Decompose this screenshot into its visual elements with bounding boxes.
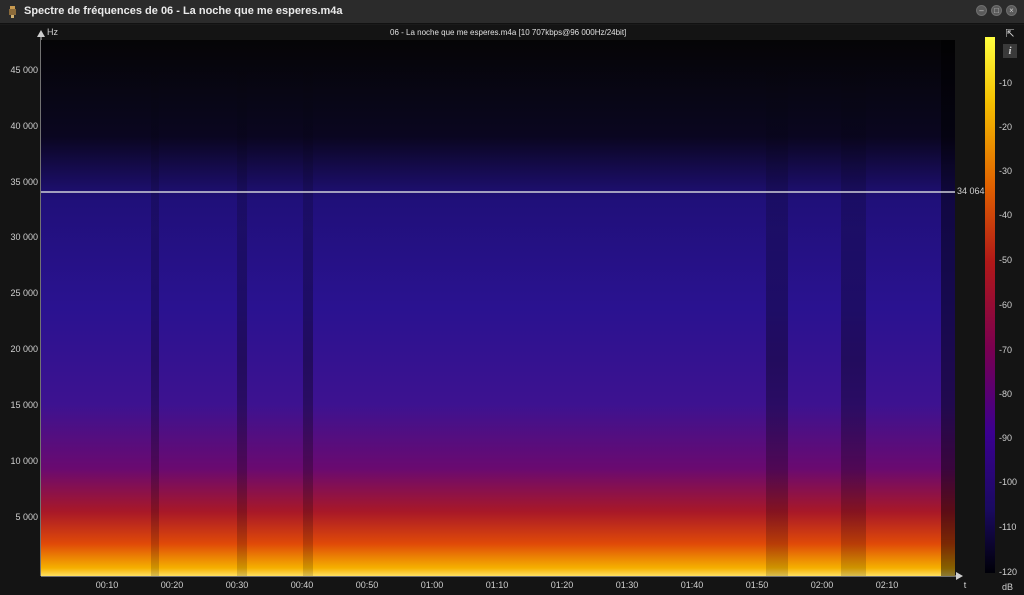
cutoff-frequency-label: 34 064 bbox=[957, 186, 985, 196]
y-axis-unit: Hz bbox=[47, 27, 58, 37]
y-tick: 20 000 bbox=[10, 344, 38, 354]
colorbar-tick: -70 bbox=[999, 345, 1013, 355]
x-tick: 00:40 bbox=[290, 580, 314, 590]
colorbar-tick: -100 bbox=[999, 477, 1018, 487]
colorbar-tick: -120 bbox=[999, 567, 1018, 577]
y-tick: 5 000 bbox=[15, 512, 38, 522]
x-tick: 01:50 bbox=[745, 580, 769, 590]
colorbar-tick: -110 bbox=[999, 522, 1017, 532]
close-button[interactable]: × bbox=[1006, 5, 1017, 16]
colorbar-tick: -30 bbox=[999, 166, 1013, 176]
spectrogram[interactable] bbox=[41, 40, 955, 576]
colorbar-tick: -40 bbox=[999, 210, 1013, 220]
y-tick: 10 000 bbox=[10, 456, 38, 466]
x-tick: 00:30 bbox=[225, 580, 249, 590]
colorbar-tick: -60 bbox=[999, 300, 1013, 310]
colorbar-tick: -50 bbox=[999, 255, 1013, 265]
colorbar bbox=[985, 37, 995, 573]
info-icon[interactable]: i bbox=[1003, 44, 1017, 58]
window-title: Spectre de fréquences de 06 - La noche q… bbox=[24, 5, 343, 17]
x-tick: 02:00 bbox=[810, 580, 834, 590]
colorbar-tick: -20 bbox=[999, 122, 1013, 132]
y-tick: 15 000 bbox=[10, 400, 38, 410]
colorbar-tick: -80 bbox=[999, 389, 1013, 399]
export-icon[interactable]: ⇱ bbox=[1003, 27, 1017, 41]
spectrogram-image bbox=[41, 40, 955, 576]
y-tick: 40 000 bbox=[10, 121, 38, 131]
x-tick: 00:10 bbox=[95, 580, 119, 590]
y-tick: 45 000 bbox=[10, 65, 38, 75]
colorbar-tick: -10 bbox=[999, 78, 1013, 88]
y-tick: 35 000 bbox=[10, 177, 38, 187]
maximize-button[interactable]: □ bbox=[991, 5, 1002, 16]
x-tick: 01:40 bbox=[680, 580, 704, 590]
x-axis-unit: t bbox=[963, 580, 967, 590]
x-tick: 01:30 bbox=[615, 580, 639, 590]
x-tick: 02:10 bbox=[875, 580, 899, 590]
colorbar-tick: -90 bbox=[999, 433, 1013, 443]
title-bar: Spectre de fréquences de 06 - La noche q… bbox=[0, 0, 1024, 24]
y-tick: 25 000 bbox=[10, 288, 38, 298]
x-tick: 01:10 bbox=[485, 580, 509, 590]
x-tick: 01:00 bbox=[420, 580, 444, 590]
minimize-button[interactable]: – bbox=[976, 5, 987, 16]
app-icon bbox=[9, 6, 16, 18]
y-tick: 30 000 bbox=[10, 232, 38, 242]
x-tick: 01:20 bbox=[550, 580, 574, 590]
x-tick: 00:50 bbox=[355, 580, 379, 590]
x-tick: 00:20 bbox=[160, 580, 184, 590]
colorbar-unit: dB bbox=[1002, 582, 1014, 592]
